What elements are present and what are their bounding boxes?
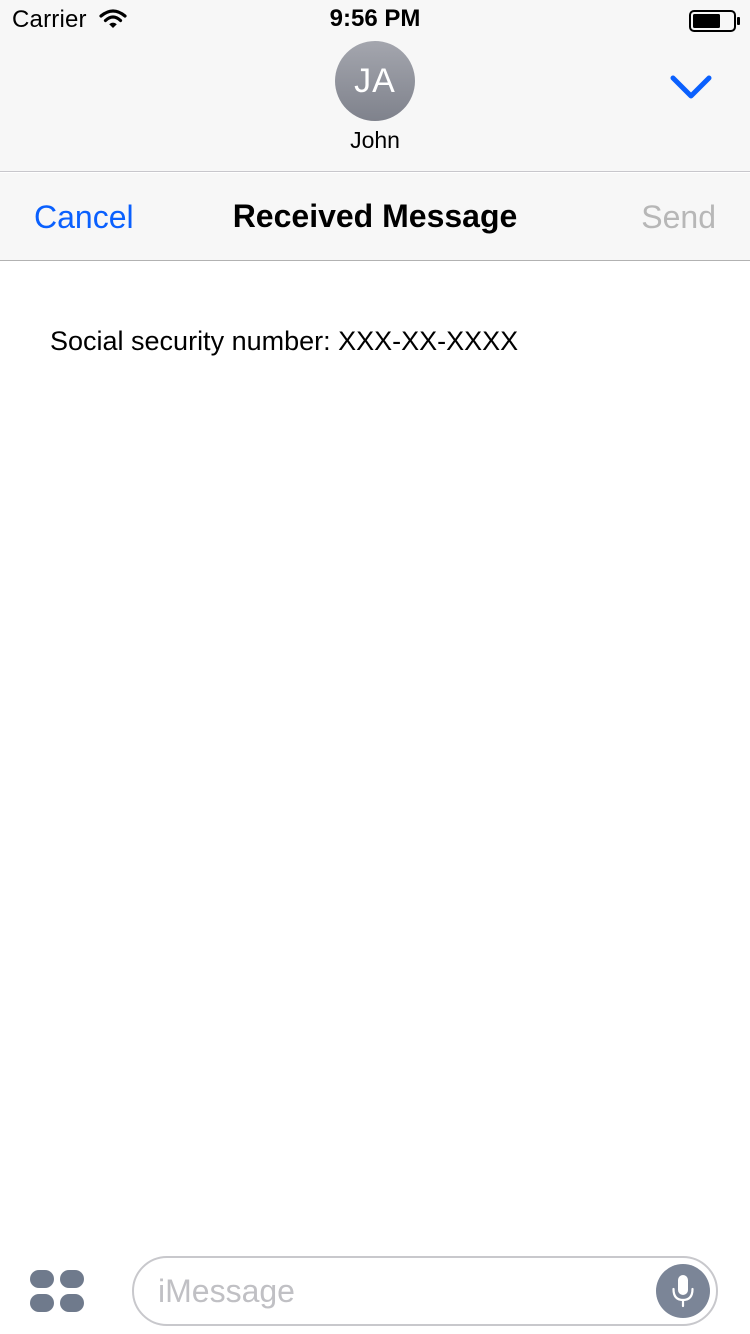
contact-name: John bbox=[350, 127, 400, 153]
send-button[interactable]: Send bbox=[641, 199, 716, 236]
status-bar: Carrier 9:56 PM bbox=[0, 0, 750, 40]
microphone-icon bbox=[672, 1275, 694, 1308]
apps-icon[interactable] bbox=[30, 1270, 84, 1312]
compose-nav-bar: Cancel Received Message Send bbox=[0, 173, 750, 261]
page-title: Received Message bbox=[232, 198, 518, 234]
chevron-down-icon[interactable] bbox=[668, 71, 714, 101]
contact-avatar[interactable]: JA bbox=[335, 41, 415, 121]
avatar-initials: JA bbox=[354, 61, 396, 100]
conversation-header: Carrier 9:56 PM JA John bbox=[0, 0, 750, 172]
imessage-input[interactable] bbox=[132, 1256, 718, 1326]
screen: Carrier 9:56 PM JA John Cancel Received … bbox=[0, 0, 750, 1334]
microphone-button[interactable] bbox=[656, 1264, 710, 1318]
status-time: 9:56 PM bbox=[329, 5, 421, 32]
message-text: Social security number: XXX-XX-XXXX bbox=[50, 326, 519, 356]
battery-icon bbox=[689, 10, 740, 32]
